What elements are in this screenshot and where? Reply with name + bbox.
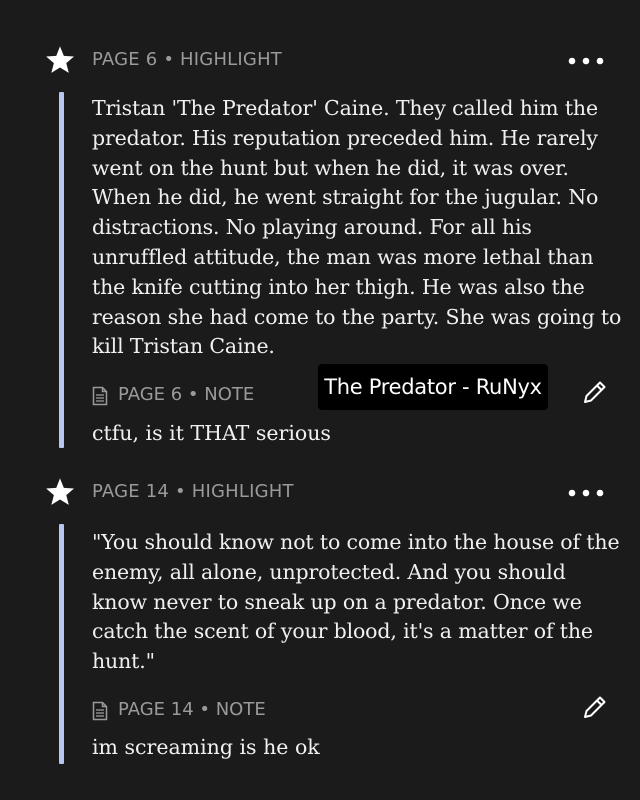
highlight-bar — [59, 92, 64, 448]
highlight-meta: PAGE 14 • HIGHLIGHT — [92, 481, 294, 502]
more-options-icon[interactable] — [562, 46, 610, 76]
note-document-icon — [92, 386, 108, 406]
note-document-icon — [92, 701, 108, 721]
highlight-text[interactable]: Tristan 'The Predator' Caine. They calle… — [92, 94, 622, 362]
pencil-edit-icon[interactable] — [580, 377, 612, 409]
pencil-edit-icon[interactable] — [580, 692, 612, 724]
star-icon[interactable] — [44, 476, 76, 508]
note-text[interactable]: im screaming is he ok — [92, 732, 320, 762]
note-text[interactable]: ctfu, is it THAT serious — [92, 418, 331, 448]
highlight-bar — [59, 524, 64, 764]
note-label: PAGE 6 • NOTE — [118, 384, 255, 405]
highlight-text[interactable]: "You should know not to come into the ho… — [92, 528, 622, 677]
note-label: PAGE 14 • NOTE — [118, 699, 266, 720]
star-icon[interactable] — [44, 44, 76, 76]
watermark: The Predator - RuNyx — [318, 364, 548, 410]
highlight-meta: PAGE 6 • HIGHLIGHT — [92, 49, 282, 70]
more-options-icon[interactable] — [562, 478, 610, 508]
